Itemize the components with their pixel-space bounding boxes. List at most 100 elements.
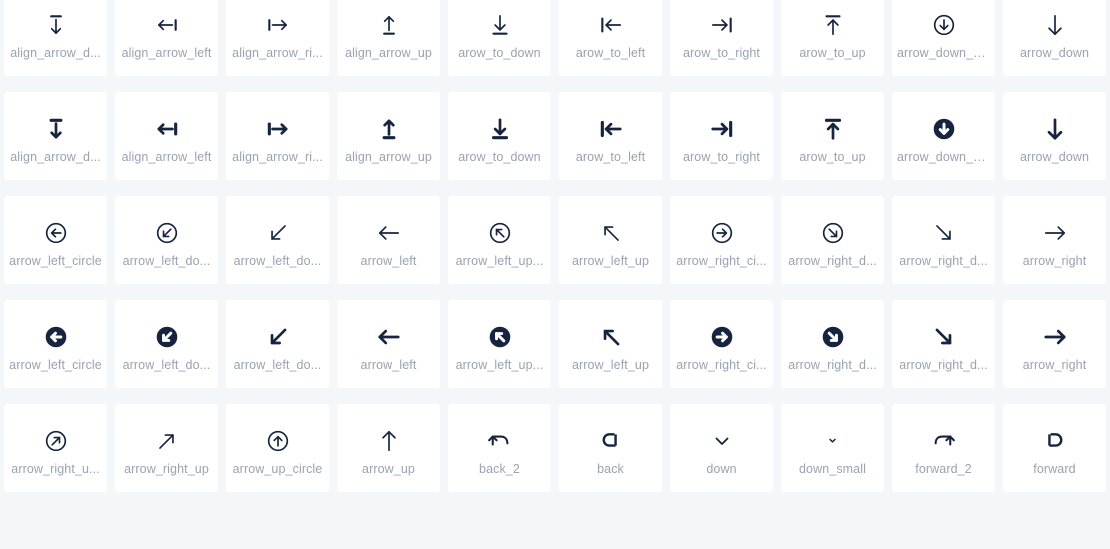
icon-label: arow_to_right (682, 149, 761, 164)
icon-card[interactable]: arrow_left_up (559, 300, 662, 388)
chevron-down-small-icon (783, 420, 882, 462)
icon-card[interactable]: arow_to_down (448, 92, 551, 180)
icon-label: down (706, 461, 737, 476)
arrow-right-down-icon (894, 316, 993, 358)
align-arrow-down-icon (6, 4, 105, 46)
icon-card[interactable]: arow_to_left (559, 0, 662, 76)
icon-grid: align_arrow_d... align_arrow_left align_ar… (0, 0, 1110, 492)
icon-card[interactable]: arrow_left_up... (448, 300, 551, 388)
forward-2-icon (894, 420, 993, 462)
align-arrow-up-icon (339, 4, 438, 46)
icon-label: arow_to_up (799, 149, 866, 164)
icon-card[interactable]: align_arrow_d... (4, 0, 107, 76)
icon-card[interactable]: arrow_left (337, 300, 440, 388)
icon-card[interactable]: arow_to_up (781, 0, 884, 76)
icon-label: arrow_left_circle (9, 357, 102, 372)
icon-card[interactable]: arrow_right_d... (781, 300, 884, 388)
icon-card[interactable]: arrow_left_circle (4, 300, 107, 388)
icon-card[interactable]: arow_to_right (670, 0, 773, 76)
icon-label: arow_to_down (458, 149, 541, 164)
icon-card[interactable]: forward_2 (892, 404, 995, 492)
icon-label: arrow_right_up (124, 461, 209, 476)
icon-card[interactable]: arrow_down (1003, 92, 1106, 180)
icon-label: arrow_right_d... (788, 253, 877, 268)
arrow-up-circle-icon (228, 420, 327, 462)
icon-card[interactable]: down (670, 404, 773, 492)
icon-card[interactable]: arrow_right_d... (781, 196, 884, 284)
icon-card[interactable]: arrow_right_u... (4, 404, 107, 492)
icon-card[interactable]: arrow_left_do... (226, 300, 329, 388)
icon-card[interactable]: arrow_right (1003, 300, 1106, 388)
icon-card[interactable]: arrow_down (1003, 0, 1106, 76)
icon-card[interactable]: arrow_left_circle (4, 196, 107, 284)
icon-label: arrow_left_do... (122, 253, 211, 268)
arrow-to-left-icon (561, 108, 660, 150)
icon-label: align_arrow_d... (10, 149, 101, 164)
icon-label: arow_to_down (458, 45, 541, 60)
icon-card[interactable]: arrow_right (1003, 196, 1106, 284)
arrow-to-right-icon (672, 108, 771, 150)
back-2-icon (450, 420, 549, 462)
icon-card[interactable]: arrow_up (337, 404, 440, 492)
icon-card[interactable]: align_arrow_up (337, 0, 440, 76)
icon-card[interactable]: arrow_left (337, 196, 440, 284)
icon-card[interactable]: arrow_down_c... (892, 92, 995, 180)
icon-card[interactable]: forward (1003, 404, 1106, 492)
icon-card[interactable]: back (559, 404, 662, 492)
icon-label: down_small (798, 461, 866, 476)
arrow-right-down-circle-icon (783, 316, 882, 358)
icon-card[interactable]: arrow_right_d... (892, 196, 995, 284)
arrow-to-up-icon (783, 108, 882, 150)
icon-card[interactable]: arrow_down_c... (892, 0, 995, 76)
icon-label: align_arrow_left (121, 149, 212, 164)
icon-card[interactable]: arrow_left_up... (448, 196, 551, 284)
align-arrow-down-icon (6, 108, 105, 150)
icon-card[interactable]: align_arrow_left (115, 0, 218, 76)
icon-card[interactable]: align_arrow_ri... (226, 92, 329, 180)
icon-label: arrow_right_ci... (676, 253, 767, 268)
icon-card[interactable]: align_arrow_up (337, 92, 440, 180)
arrow-down-icon (1005, 108, 1104, 150)
back-icon (561, 420, 660, 462)
arrow-right-down-icon (894, 212, 993, 254)
icon-card[interactable]: arrow_left_up (559, 196, 662, 284)
icon-card[interactable]: back_2 (448, 404, 551, 492)
icon-label: arrow_up_circle (232, 461, 323, 476)
icon-card[interactable]: align_arrow_left (115, 92, 218, 180)
forward-icon (1005, 420, 1104, 462)
icon-label: arow_to_left (575, 45, 646, 60)
icon-label: arrow_left (360, 253, 417, 268)
icon-label: arow_to_right (682, 45, 761, 60)
icon-card[interactable]: arow_to_down (448, 0, 551, 76)
icon-card[interactable]: arrow_right_d... (892, 300, 995, 388)
icon-card[interactable]: arow_to_left (559, 92, 662, 180)
icon-label: arrow_down (1019, 149, 1090, 164)
icon-card[interactable]: arrow_left_do... (115, 196, 218, 284)
icon-label: arrow_left_up... (455, 253, 544, 268)
align-arrow-left-icon (117, 108, 216, 150)
icon-card[interactable]: arrow_right_ci... (670, 196, 773, 284)
arrow-left-down-icon (228, 316, 327, 358)
icon-card[interactable]: arow_to_up (781, 92, 884, 180)
icon-card[interactable]: align_arrow_ri... (226, 0, 329, 76)
arrow-right-icon (1005, 316, 1104, 358)
icon-card[interactable]: arow_to_right (670, 92, 773, 180)
icon-card[interactable]: arrow_up_circle (226, 404, 329, 492)
arrow-up-icon (339, 420, 438, 462)
icon-card[interactable]: arrow_right_ci... (670, 300, 773, 388)
icon-card[interactable]: align_arrow_d... (4, 92, 107, 180)
icon-card[interactable]: arrow_right_up (115, 404, 218, 492)
align-arrow-up-icon (339, 108, 438, 150)
arrow-right-circle-icon (672, 316, 771, 358)
icon-label: arrow_right_d... (899, 253, 988, 268)
arrow-left-circle-icon (6, 316, 105, 358)
icon-card[interactable]: arrow_left_do... (226, 196, 329, 284)
arrow-left-icon (339, 316, 438, 358)
icon-card[interactable]: down_small (781, 404, 884, 492)
icon-card[interactable]: arrow_left_do... (115, 300, 218, 388)
icon-label: align_arrow_left (121, 45, 212, 60)
icon-label: arrow_left_do... (122, 357, 211, 372)
arrow-left-up-circle-icon (450, 212, 549, 254)
arrow-right-up-circle-icon (6, 420, 105, 462)
arrow-to-down-icon (450, 4, 549, 46)
